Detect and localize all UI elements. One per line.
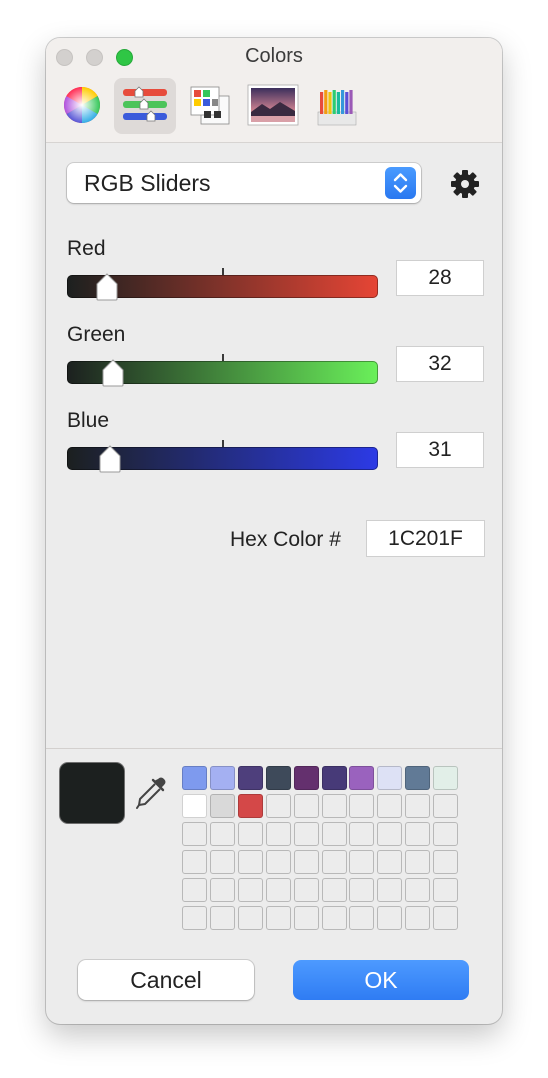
saved-color-cell[interactable] — [377, 877, 403, 902]
saved-color-cell[interactable] — [349, 877, 375, 902]
saved-color-cell[interactable] — [349, 905, 375, 930]
saved-color-cell[interactable] — [321, 877, 347, 902]
saved-color-cell[interactable] — [293, 877, 319, 902]
saved-color-cell[interactable] — [405, 905, 431, 930]
saved-color-cell[interactable] — [209, 793, 235, 818]
saved-color-cell[interactable] — [209, 877, 235, 902]
saved-color-cell[interactable] — [321, 766, 347, 790]
popup-arrows-icon — [385, 167, 416, 199]
cancel-button[interactable]: Cancel — [78, 960, 254, 1000]
blue-value-field[interactable]: 31 — [397, 433, 483, 467]
saved-color-cell[interactable] — [265, 793, 291, 818]
image-icon — [247, 84, 299, 126]
saved-color-cell[interactable] — [349, 821, 375, 846]
image-palettes-tab-button[interactable] — [242, 78, 304, 134]
palettes-icon — [190, 86, 230, 125]
color-palettes-tab-button[interactable] — [178, 78, 240, 134]
saved-color-cell[interactable] — [237, 766, 263, 790]
saved-color-cell[interactable] — [349, 793, 375, 818]
saved-color-cell[interactable] — [321, 849, 347, 874]
divider — [46, 748, 502, 749]
pencils-tab-button[interactable] — [306, 78, 368, 134]
saved-color-cell[interactable] — [265, 766, 291, 790]
saved-color-cell[interactable] — [237, 905, 263, 930]
saved-color-cell[interactable] — [293, 849, 319, 874]
current-color-swatch[interactable] — [60, 763, 124, 823]
pencils-icon — [317, 90, 357, 126]
saved-color-cell[interactable] — [405, 793, 431, 818]
saved-color-cell[interactable] — [405, 821, 431, 846]
red-value-field[interactable]: 28 — [397, 261, 483, 295]
saved-color-cell[interactable] — [321, 793, 347, 818]
saved-color-cell[interactable] — [209, 849, 235, 874]
red-slider-thumb[interactable] — [95, 273, 119, 301]
color-sliders-tab-button[interactable] — [114, 78, 176, 134]
saved-color-cell[interactable] — [265, 877, 291, 902]
saved-color-cell[interactable] — [433, 821, 459, 846]
saved-color-cell[interactable] — [405, 849, 431, 874]
saved-color-cell[interactable] — [209, 905, 235, 930]
saved-color-cell[interactable] — [321, 905, 347, 930]
window-title: Colors — [245, 45, 303, 67]
ok-button[interactable]: OK — [293, 960, 469, 1000]
green-value-field[interactable]: 32 — [397, 347, 483, 381]
saved-color-cell[interactable] — [349, 849, 375, 874]
hex-color-field[interactable]: 1C201F — [367, 521, 484, 556]
saved-color-cell[interactable] — [293, 793, 319, 818]
saved-color-cell[interactable] — [433, 766, 459, 790]
saved-color-cell[interactable] — [377, 849, 403, 874]
blue-slider-thumb[interactable] — [98, 445, 122, 473]
saved-color-cell[interactable] — [405, 877, 431, 902]
hex-color-label: Hex Color # — [230, 528, 341, 551]
saved-color-cell[interactable] — [349, 766, 375, 790]
color-mode-label: RGB Sliders — [84, 170, 211, 196]
color-mode-popup[interactable]: RGB Sliders — [67, 163, 421, 203]
saved-color-cell[interactable] — [265, 849, 291, 874]
saved-color-cell[interactable] — [265, 821, 291, 846]
saved-color-cell[interactable] — [293, 905, 319, 930]
saved-color-cell[interactable] — [182, 821, 207, 846]
saved-color-cell[interactable] — [293, 766, 319, 790]
gear-icon[interactable] — [449, 168, 481, 200]
saved-color-cell[interactable] — [237, 877, 263, 902]
green-label: Green — [67, 323, 126, 346]
saved-color-cell[interactable] — [182, 905, 207, 930]
saved-color-cell[interactable] — [377, 905, 403, 930]
saved-color-cell[interactable] — [209, 821, 235, 846]
saved-color-cell[interactable] — [182, 766, 207, 790]
saved-color-cell[interactable] — [433, 905, 459, 930]
saved-color-cell[interactable] — [237, 821, 263, 846]
saved-color-cell[interactable] — [182, 877, 207, 902]
saved-color-cell[interactable] — [321, 821, 347, 846]
saved-color-cell[interactable] — [377, 793, 403, 818]
sliders-icon — [123, 86, 167, 122]
color-wheel-tab-button[interactable] — [51, 78, 113, 134]
saved-color-cell[interactable] — [433, 877, 459, 902]
saved-color-cell[interactable] — [265, 905, 291, 930]
color-wheel-icon — [63, 86, 101, 124]
saved-color-cell[interactable] — [405, 766, 431, 790]
saved-color-cell[interactable] — [377, 766, 403, 790]
blue-label: Blue — [67, 409, 110, 432]
saved-color-cell[interactable] — [182, 849, 207, 874]
saved-color-cell[interactable] — [237, 849, 263, 874]
saved-color-cell[interactable] — [377, 821, 403, 846]
red-label: Red — [67, 237, 106, 260]
saved-color-cell[interactable] — [237, 793, 263, 818]
colors-window: Colors RGB Sliders Red 28 Green 32 Blue … — [46, 38, 502, 1024]
title-bar: Colors — [46, 38, 502, 143]
green-slider-thumb[interactable] — [101, 359, 125, 387]
eyedropper-icon[interactable] — [134, 774, 168, 812]
saved-color-cell[interactable] — [433, 793, 459, 818]
saved-color-cell[interactable] — [182, 793, 207, 818]
saved-color-cell[interactable] — [209, 766, 235, 790]
saved-color-cell[interactable] — [433, 849, 459, 874]
saved-color-cell[interactable] — [293, 821, 319, 846]
